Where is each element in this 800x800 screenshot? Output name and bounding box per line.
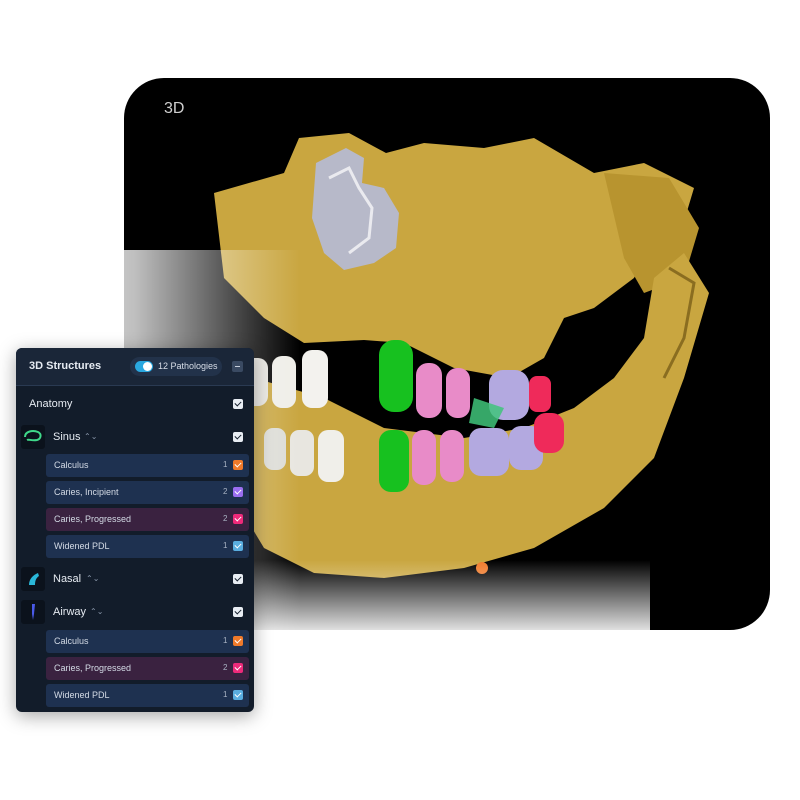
panel-header: 3D Structures 12 Pathologies: [16, 348, 254, 386]
tooth-lower-caries-2: [440, 430, 464, 482]
pathology-row[interactable]: Widened PDL 1: [46, 535, 249, 558]
pathology-checkbox[interactable]: [233, 663, 243, 673]
tooth-upper-caries-1: [416, 363, 442, 418]
tooth-upper-calculus: [529, 376, 551, 412]
pathology-label: Caries, Incipient: [54, 487, 119, 497]
tooth-upper-2: [272, 356, 296, 408]
tooth-upper-3: [302, 350, 328, 408]
pathology-label: Caries, Progressed: [54, 663, 132, 673]
tooth-lower-2: [290, 430, 314, 476]
pathology-count: 2: [223, 487, 228, 496]
sinus-checkbox[interactable]: [233, 432, 243, 442]
category-label-nasal: Nasal: [53, 573, 82, 585]
collapse-panel-button[interactable]: [232, 361, 243, 372]
tooth-lower-3: [318, 430, 344, 482]
nasal-icon: [21, 567, 45, 591]
pathologies-count-label: 12 Pathologies: [158, 361, 218, 371]
pathology-count: 2: [223, 663, 228, 672]
pathology-count: 1: [223, 636, 228, 645]
expand-chevron-icon[interactable]: ⌃⌄: [86, 574, 99, 583]
category-label-sinus: Sinus: [53, 431, 81, 443]
pathology-count: 2: [223, 514, 228, 523]
category-row-airway[interactable]: Airway ⌃⌄: [16, 597, 254, 627]
pathology-row[interactable]: Calculus 1: [46, 454, 249, 477]
category-label-airway: Airway: [53, 606, 87, 618]
pathology-checkbox[interactable]: [233, 690, 243, 700]
anatomy-checkbox[interactable]: [233, 399, 243, 409]
tooth-lower-canine-highlight: [379, 430, 409, 492]
pathology-count: 1: [223, 460, 228, 469]
pathology-label: Caries, Progressed: [54, 514, 132, 524]
structures-panel: 3D Structures 12 Pathologies Anatomy Sin…: [16, 348, 254, 712]
pathology-checkbox[interactable]: [233, 514, 243, 524]
pathologies-toggle[interactable]: [135, 361, 153, 372]
pathology-label: Widened PDL: [54, 690, 110, 700]
pathology-label: Calculus: [54, 460, 89, 470]
airway-checkbox[interactable]: [233, 607, 243, 617]
nasal-checkbox[interactable]: [233, 574, 243, 584]
mental-foramen-marker: [476, 562, 488, 574]
pathology-label: Calculus: [54, 636, 89, 646]
tooth-upper-canine-highlight: [379, 340, 413, 412]
tooth-lower-1: [264, 428, 286, 470]
anatomy-section-row[interactable]: Anatomy: [16, 389, 254, 419]
pathology-row[interactable]: Widened PDL 1: [46, 684, 249, 707]
pathology-checkbox[interactable]: [233, 541, 243, 551]
anatomy-label: Anatomy: [29, 398, 73, 410]
maxilla-bone: [214, 133, 694, 378]
pathology-checkbox[interactable]: [233, 487, 243, 497]
pathology-row[interactable]: Caries, Progressed 2: [46, 508, 249, 531]
pathology-count: 1: [223, 541, 228, 550]
tooth-lower-caries-1: [412, 430, 436, 485]
tooth-lower-calculus: [534, 413, 564, 453]
pathology-row[interactable]: Caries, Incipient 2: [46, 481, 249, 504]
tooth-lower-pdl-1: [469, 428, 509, 476]
panel-title: 3D Structures: [29, 360, 102, 372]
pathology-label: Widened PDL: [54, 541, 110, 551]
category-row-nasal[interactable]: Nasal ⌃⌄: [16, 564, 254, 594]
expand-chevron-icon[interactable]: ⌃⌄: [84, 432, 97, 441]
category-row-sinus[interactable]: Sinus ⌃⌄: [16, 422, 254, 452]
expand-chevron-icon[interactable]: ⌃⌄: [90, 607, 103, 616]
pathologies-toggle-pill[interactable]: 12 Pathologies: [130, 357, 222, 376]
pathology-count: 1: [223, 690, 228, 699]
sinus-outline-icon: [21, 425, 45, 449]
pathology-checkbox[interactable]: [233, 636, 243, 646]
pathology-checkbox[interactable]: [233, 460, 243, 470]
pathology-row[interactable]: Caries, Progressed 2: [46, 657, 249, 680]
tooth-upper-caries-2: [446, 368, 470, 418]
pathology-row[interactable]: Calculus 1: [46, 630, 249, 653]
airway-icon: [21, 600, 45, 624]
